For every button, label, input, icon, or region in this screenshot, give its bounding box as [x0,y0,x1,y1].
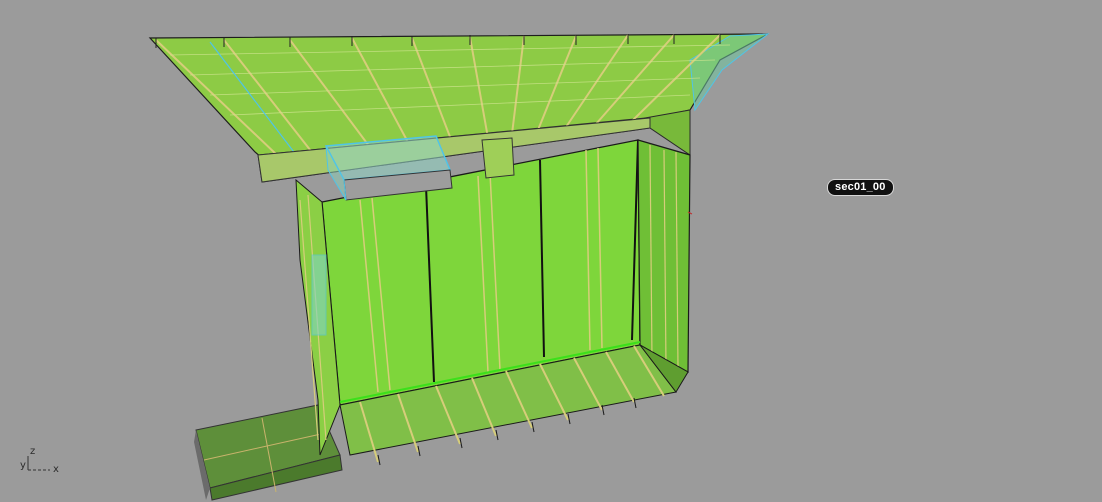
3d-viewport[interactable]: sec01_00 z y x [0,0,1102,502]
axis-x-label: x [53,464,59,475]
object-name-tag[interactable]: sec01_00 [827,179,894,196]
selection-box[interactable] [324,135,453,201]
axis-z-label: z [30,446,36,457]
model-render[interactable] [0,0,1102,502]
axis-y-label: y [20,460,26,471]
axis-gizmo: z y x [16,446,66,478]
